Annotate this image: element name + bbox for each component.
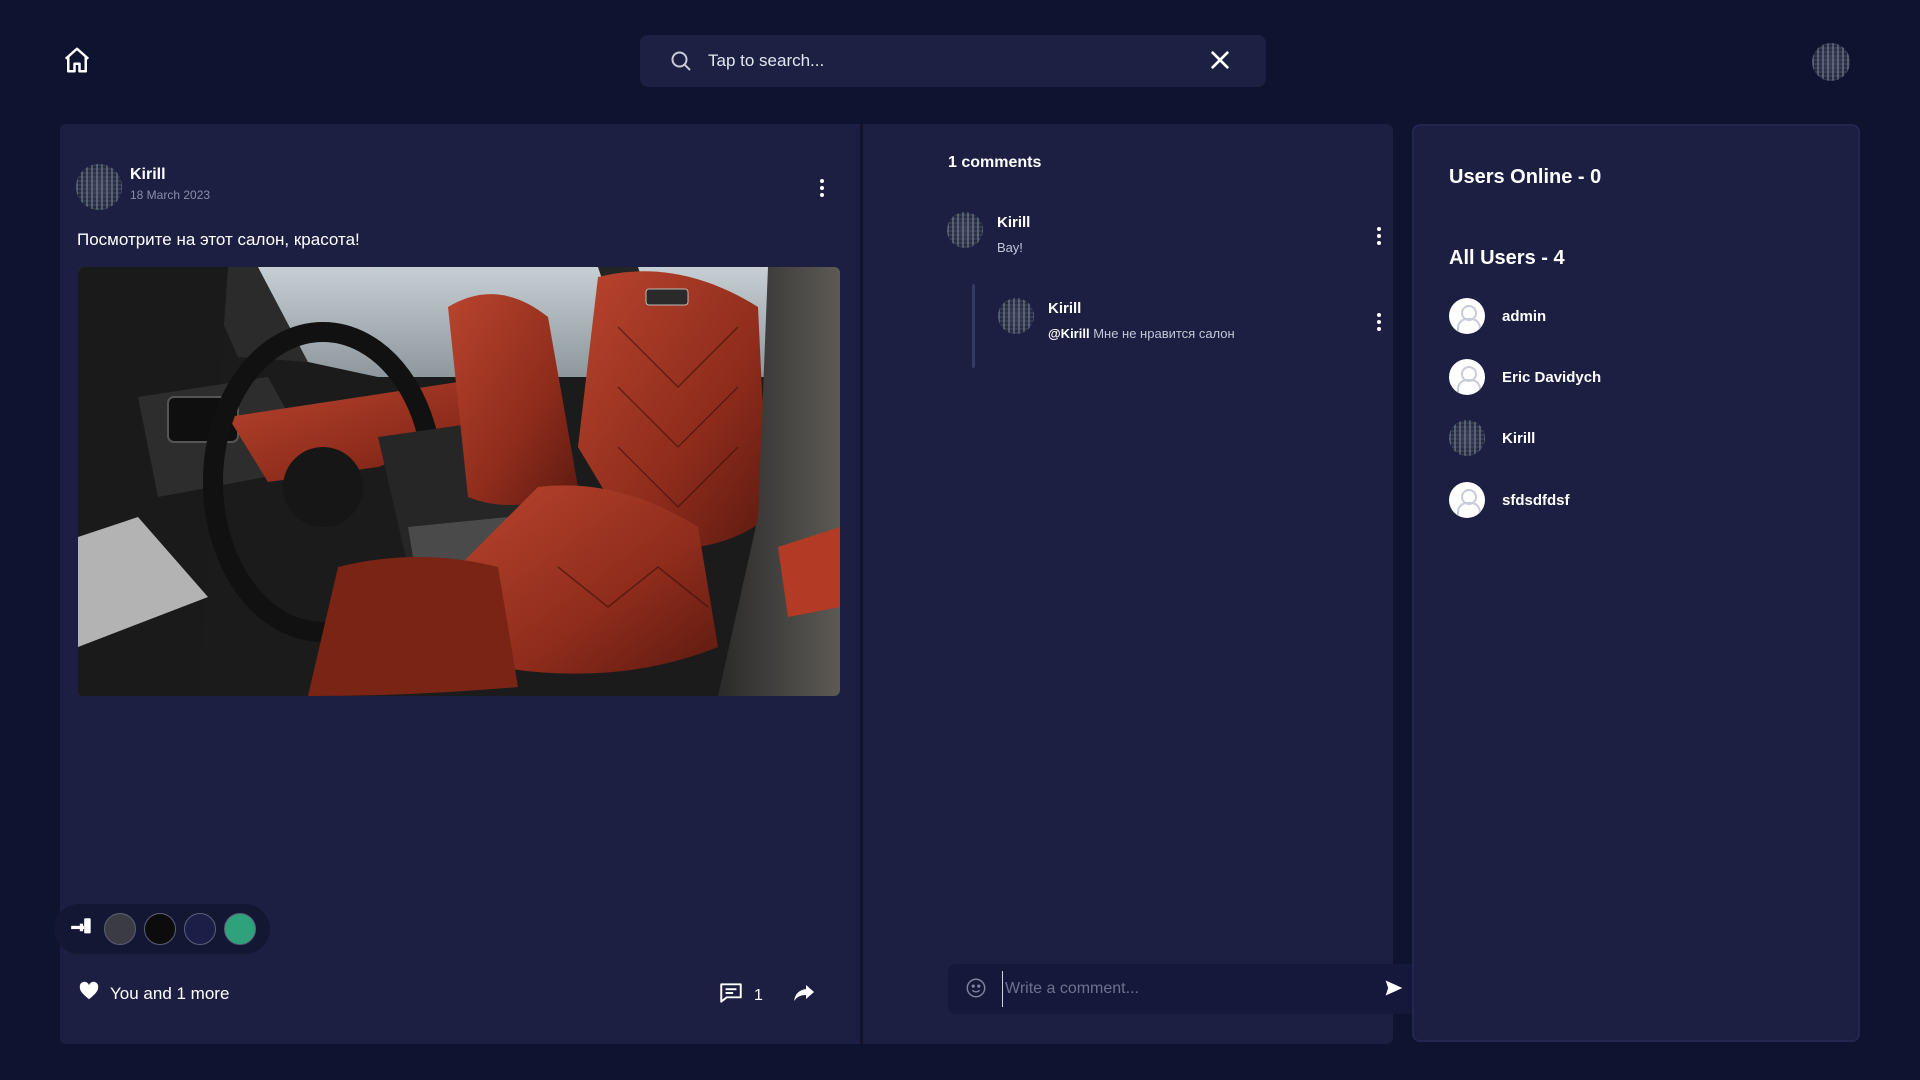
reply-mention[interactable]: @Kirill xyxy=(1048,326,1090,341)
theme-toggle-button[interactable] xyxy=(68,915,96,943)
close-icon xyxy=(1209,49,1231,74)
comment-author-avatar[interactable] xyxy=(947,212,983,248)
post-author[interactable]: Kirill xyxy=(130,166,166,184)
emoji-button[interactable] xyxy=(962,975,990,1003)
reply-item: Kirill @Kirill Мне не нравится салон xyxy=(998,298,1388,348)
home-button[interactable] xyxy=(58,42,96,80)
paint-roller-icon xyxy=(69,915,95,944)
user-name: sfdsdfdsf xyxy=(1502,491,1570,509)
comment-count: 1 xyxy=(754,986,763,1004)
user-name: Kirill xyxy=(1502,429,1536,447)
more-vertical-icon xyxy=(1377,227,1381,245)
likes-label: You and 1 more xyxy=(110,983,230,1003)
search-icon xyxy=(668,48,694,74)
user-item[interactable]: Eric Davidych xyxy=(1449,359,1809,395)
post-header: Kirill 18 March 2023 xyxy=(76,164,846,210)
post-panel: Kirill 18 March 2023 Посмотрите на этот … xyxy=(54,124,1426,1044)
post: Kirill 18 March 2023 Посмотрите на этот … xyxy=(54,124,860,1044)
share-button[interactable] xyxy=(790,980,818,1008)
user-avatar xyxy=(1449,420,1485,456)
comment-input[interactable] xyxy=(1002,971,1376,1007)
car-interior-image xyxy=(78,267,840,696)
home-icon xyxy=(62,45,92,78)
user-item[interactable]: admin xyxy=(1449,298,1809,334)
user-avatar xyxy=(1449,482,1485,518)
heart-icon xyxy=(78,980,100,1007)
clear-search-button[interactable] xyxy=(1200,41,1240,81)
search-input[interactable] xyxy=(708,41,1200,81)
user-avatar xyxy=(1449,298,1485,334)
comments-section: 1 comments Kirill Вау! Kirill @Kirill Мн… xyxy=(863,124,1426,1044)
user-name: admin xyxy=(1502,307,1547,325)
like-button[interactable]: You and 1 more xyxy=(78,980,229,1007)
comment-text: Вау! xyxy=(997,240,1023,255)
comment-author[interactable]: Kirill xyxy=(997,214,1030,231)
comment-options-button[interactable] xyxy=(1367,222,1391,250)
more-vertical-icon xyxy=(1377,313,1381,331)
users-online-title: Users Online - 0 xyxy=(1449,166,1602,188)
theme-swatch-gray[interactable] xyxy=(104,913,136,945)
post-footer: You and 1 more 1 xyxy=(78,976,848,1012)
user-avatar xyxy=(1449,359,1485,395)
send-icon xyxy=(1384,978,1404,1001)
smiley-icon xyxy=(965,977,987,1002)
search-bar xyxy=(640,35,1266,87)
user-name: Eric Davidych xyxy=(1502,368,1602,386)
reply-text: @Kirill Мне не нравится салон xyxy=(1048,326,1235,341)
post-date: 18 March 2023 xyxy=(130,188,211,202)
comment-item: Kirill Вау! xyxy=(947,212,1387,262)
users-panel: Users Online - 0 All Users - 4 admin Eri… xyxy=(1412,124,1860,1042)
reply-options-button[interactable] xyxy=(1367,308,1391,336)
share-icon xyxy=(792,981,816,1008)
reply-thread-line xyxy=(972,284,975,368)
more-vertical-icon xyxy=(820,179,824,197)
comments-button[interactable]: 1 xyxy=(718,980,763,1011)
theme-picker xyxy=(54,904,270,954)
send-comment-button[interactable] xyxy=(1376,971,1412,1007)
post-text: Посмотрите на этот салон, красота! xyxy=(77,230,360,249)
comment-composer xyxy=(948,964,1426,1014)
post-image[interactable] xyxy=(78,267,840,696)
reply-body: Мне не нравится салон xyxy=(1089,326,1235,341)
user-item[interactable]: Kirill xyxy=(1449,420,1809,456)
top-bar xyxy=(0,0,1920,120)
comments-title: 1 comments xyxy=(948,154,1042,171)
profile-avatar[interactable] xyxy=(1812,43,1850,81)
user-item[interactable]: sfdsdfdsf xyxy=(1449,482,1809,518)
reply-author-avatar[interactable] xyxy=(998,298,1034,334)
all-users-title: All Users - 4 xyxy=(1449,247,1565,269)
theme-swatch-green[interactable] xyxy=(224,913,256,945)
theme-swatch-navy[interactable] xyxy=(184,913,216,945)
post-author-avatar[interactable] xyxy=(76,164,122,210)
comment-icon xyxy=(718,980,744,1011)
reply-author[interactable]: Kirill xyxy=(1048,300,1081,317)
theme-swatch-black[interactable] xyxy=(144,913,176,945)
post-options-button[interactable] xyxy=(810,174,834,202)
